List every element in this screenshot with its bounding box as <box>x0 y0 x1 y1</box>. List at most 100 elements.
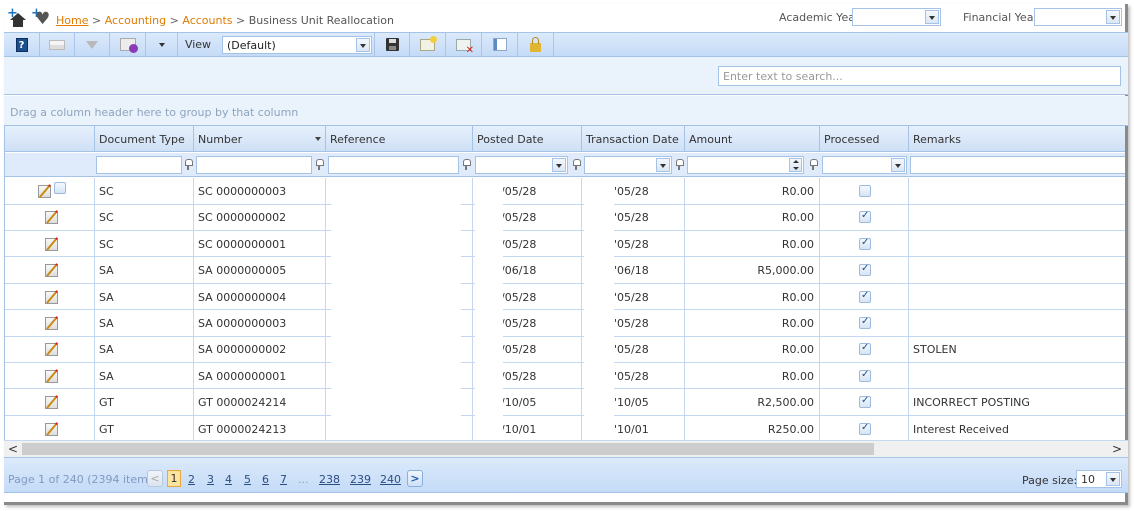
search-input[interactable]: Enter text to search... <box>718 66 1121 86</box>
edit-icon[interactable] <box>45 264 58 278</box>
spin-up-down-icon[interactable] <box>789 158 802 172</box>
chevron-down-icon[interactable] <box>1106 10 1120 24</box>
horizontal-scrollbar[interactable]: < > <box>4 440 1128 457</box>
filter-options-icon[interactable] <box>674 157 684 171</box>
table-row[interactable]: GT GT 0000024213/10/01 '10/01 R250.00 Intere… <box>5 415 1125 440</box>
scroll-left-icon[interactable]: < <box>6 442 20 456</box>
search-panel: Enter text to search... <box>4 57 1128 95</box>
edit-icon[interactable] <box>45 422 58 436</box>
filter-options-icon[interactable] <box>314 157 324 171</box>
edit-icon[interactable] <box>45 290 58 304</box>
processed-checkbox[interactable] <box>859 369 871 382</box>
chevron-down-icon[interactable] <box>356 38 370 52</box>
column-header-processed[interactable]: Processed <box>820 126 909 152</box>
filter-reference-input[interactable] <box>328 156 459 174</box>
table-row[interactable]: SC SC 0000000001/05/28 '05/28 R0.00 <box>5 230 1125 258</box>
chevron-down-icon[interactable] <box>552 158 566 172</box>
page-link-3[interactable]: 3 <box>207 473 214 486</box>
column-header-posted-date[interactable]: Posted Date <box>473 126 582 152</box>
processed-checkbox[interactable] <box>859 290 871 303</box>
table-row[interactable]: SA SA 0000000005/06/18 '06/18 R5,000.00 <box>5 257 1125 285</box>
next-page-button[interactable]: > <box>407 470 423 487</box>
filter-options-icon[interactable] <box>461 157 471 171</box>
column-chooser-button[interactable] <box>482 33 518 56</box>
edit-icon[interactable] <box>45 211 58 225</box>
page-link-2[interactable]: 2 <box>188 473 195 486</box>
edit-icon[interactable] <box>45 317 58 330</box>
save-view-button[interactable] <box>375 33 410 56</box>
add-favorite-icon[interactable]: + ♥ <box>31 7 51 28</box>
processed-checkbox[interactable] <box>859 210 871 224</box>
processed-checkbox[interactable] <box>859 342 871 356</box>
home-icon[interactable]: + <box>7 7 27 27</box>
column-header-number[interactable]: Number <box>194 126 326 152</box>
scrollbar-thumb[interactable] <box>22 443 874 455</box>
row-select-checkbox[interactable] <box>54 182 66 194</box>
filter-remarks-input[interactable] <box>910 156 1125 174</box>
table-row[interactable]: SA SA 0000000002/05/28 '05/28 R0.00 STOLEN <box>5 336 1125 364</box>
chevron-down-icon[interactable] <box>656 158 670 172</box>
new-view-button[interactable] <box>410 33 446 56</box>
academic-year-select[interactable] <box>852 8 941 26</box>
help-button[interactable]: ? <box>4 33 40 56</box>
filter-posted-date-select[interactable] <box>475 156 568 174</box>
financial-year-select[interactable] <box>1034 8 1122 26</box>
edit-icon[interactable] <box>45 343 58 357</box>
filter-options-icon[interactable] <box>183 157 193 171</box>
table-row[interactable]: SA SA 0000000004/05/28 '05/28 R0.00 <box>5 283 1125 311</box>
breadcrumb-home-link[interactable]: Home <box>56 14 88 27</box>
prev-page-button[interactable]: < <box>147 470 163 487</box>
command-cell <box>5 310 95 336</box>
processed-checkbox[interactable] <box>859 237 871 250</box>
breadcrumb-accounting-link[interactable]: Accounting <box>105 14 166 27</box>
edit-icon[interactable] <box>45 369 58 383</box>
filter-button[interactable] <box>75 33 110 56</box>
edit-icon[interactable] <box>45 396 58 410</box>
table-row[interactable]: SA SA 0000000003/05/28 '05/28 R0.00 <box>5 310 1125 337</box>
processed-cell <box>820 362 909 389</box>
processed-checkbox[interactable] <box>859 395 871 409</box>
edit-icon[interactable] <box>45 237 58 251</box>
lock-button[interactable] <box>518 33 554 56</box>
filter-processed-select[interactable] <box>822 156 907 174</box>
filter-options-icon[interactable] <box>571 157 581 171</box>
page-link-239[interactable]: 239 <box>350 473 371 486</box>
page-link-240[interactable]: 240 <box>380 473 401 486</box>
breadcrumb-accounts-link[interactable]: Accounts <box>182 14 232 27</box>
filter-options-icon[interactable] <box>808 157 818 171</box>
export-dropdown-button[interactable] <box>146 33 178 56</box>
page-link-6[interactable]: 6 <box>262 473 269 486</box>
page-link-5[interactable]: 5 <box>244 473 251 486</box>
layout-button[interactable] <box>40 33 75 56</box>
page-size-select[interactable]: 10 <box>1076 470 1122 488</box>
group-panel[interactable]: Drag a column header here to group by th… <box>4 96 1128 126</box>
edit-icon[interactable] <box>38 185 51 198</box>
table-row[interactable]: SA SA 0000000001/05/28 '05/28 R0.00 <box>5 362 1125 390</box>
page-link-238[interactable]: 238 <box>319 473 340 486</box>
chevron-down-icon[interactable] <box>925 10 939 24</box>
scroll-right-icon[interactable]: > <box>1110 442 1124 456</box>
delete-view-button[interactable] <box>446 33 482 56</box>
export-button[interactable] <box>110 33 146 56</box>
column-header-amount[interactable]: Amount <box>685 126 820 152</box>
page-link-4[interactable]: 4 <box>225 473 232 486</box>
processed-checkbox[interactable] <box>859 422 871 435</box>
page-link-7[interactable]: 7 <box>280 473 287 486</box>
column-header-reference[interactable]: Reference <box>326 126 473 152</box>
table-row[interactable]: SC SC 0000000003/05/28 '05/28 R0.00 <box>5 178 1125 205</box>
processed-checkbox[interactable] <box>859 316 871 329</box>
column-header-document-type[interactable]: Document Type <box>95 126 194 152</box>
filter-document-type-input[interactable] <box>96 156 182 174</box>
filter-amount-spinner[interactable] <box>687 156 804 174</box>
column-header-transaction-date[interactable]: Transaction Date <box>582 126 685 152</box>
processed-checkbox[interactable] <box>859 263 871 277</box>
column-header-remarks[interactable]: Remarks <box>909 126 1125 152</box>
chevron-down-icon[interactable] <box>1106 472 1120 486</box>
chevron-down-icon[interactable] <box>891 158 905 172</box>
view-select[interactable]: (Default) <box>222 36 372 54</box>
table-row[interactable]: SC SC 0000000002/05/28 '05/28 R0.00 <box>5 204 1125 232</box>
filter-number-input[interactable] <box>196 156 312 174</box>
filter-transaction-date-select[interactable] <box>584 156 672 174</box>
processed-checkbox[interactable] <box>859 185 871 197</box>
table-row[interactable]: GT GT 0000024214/10/05 '10/05 R2,500.00 INCO… <box>5 389 1125 417</box>
